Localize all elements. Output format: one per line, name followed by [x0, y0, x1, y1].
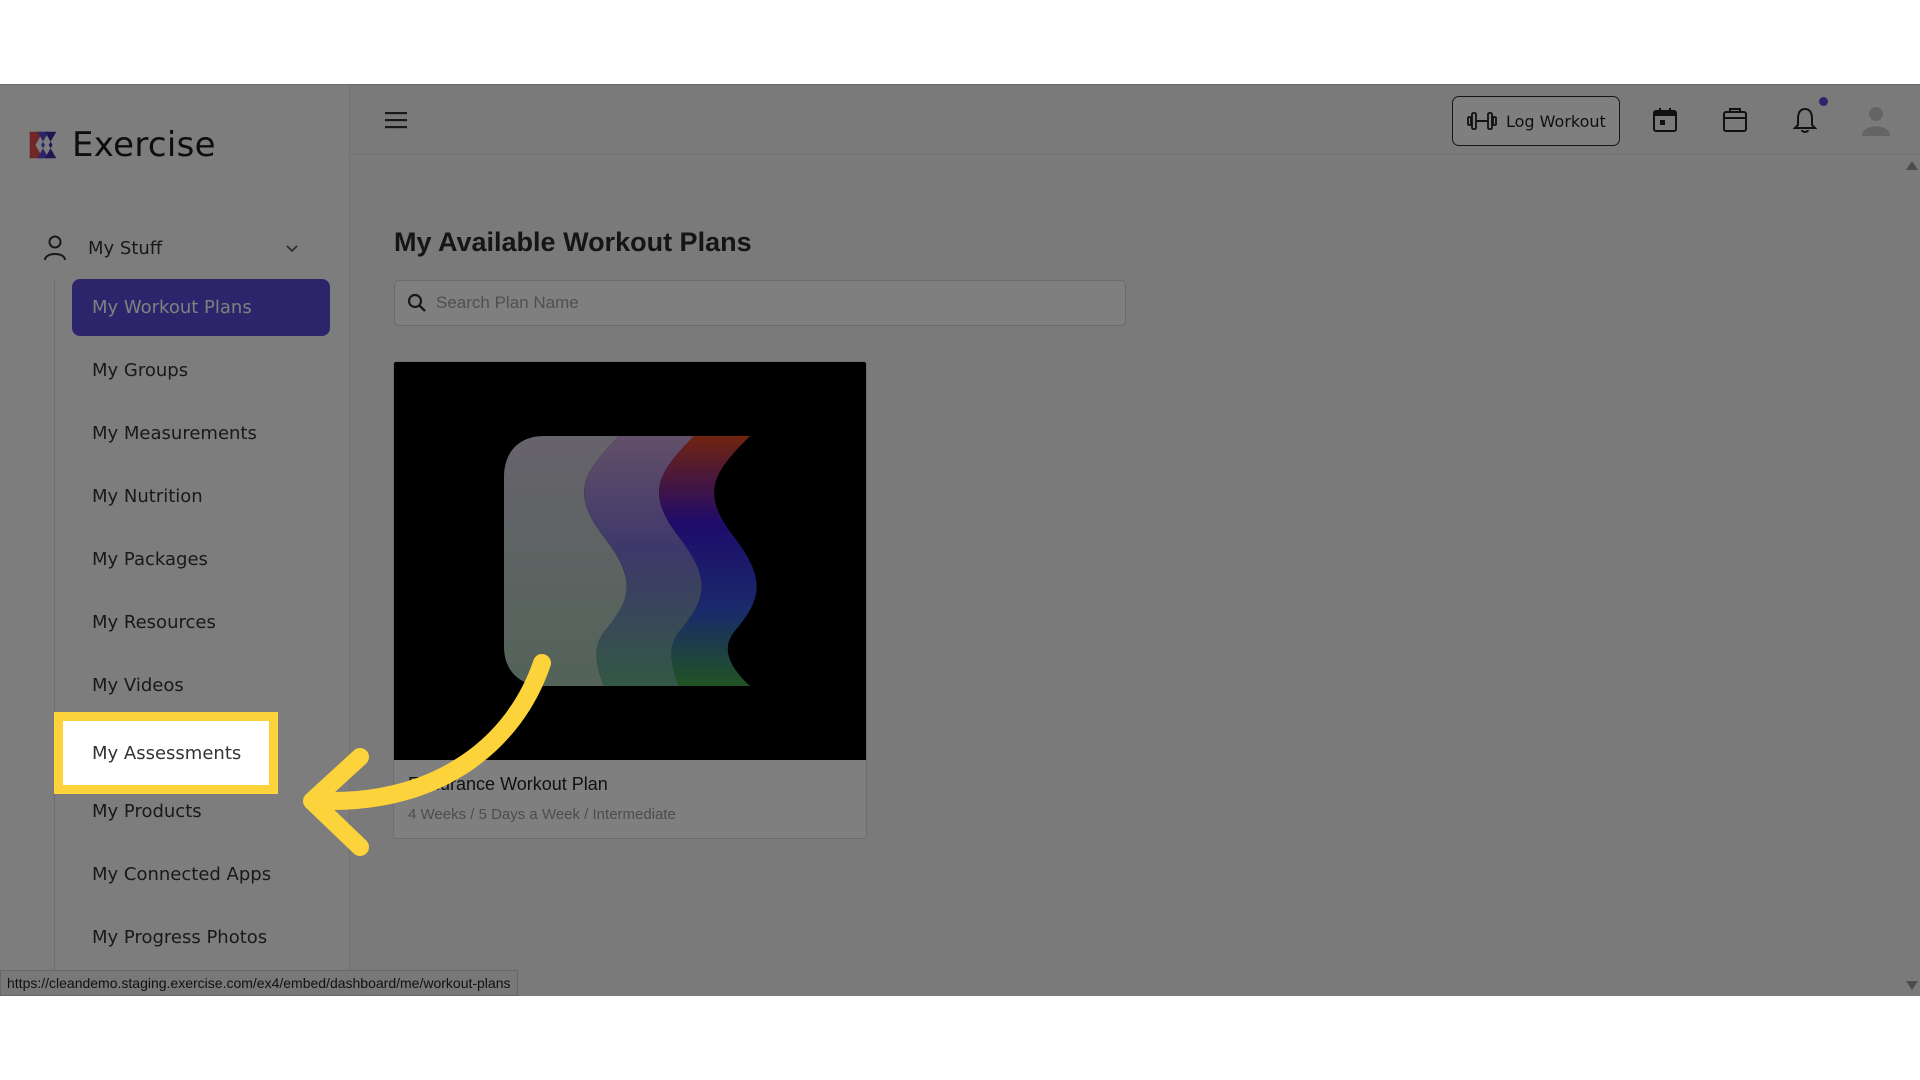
sidebar-section-my-stuff[interactable]: My Stuff — [40, 227, 310, 269]
scroll-up-arrow[interactable] — [1906, 161, 1918, 170]
sidebar-item-my-videos[interactable]: My Videos — [72, 657, 330, 714]
menu-icon[interactable] — [383, 107, 409, 133]
sidebar: Exercise My Stuff My Workout Plans My Gr… — [0, 85, 350, 996]
sidebar-item-my-measurements[interactable]: My Measurements — [72, 405, 330, 462]
search-input[interactable] — [436, 293, 1096, 313]
search-icon — [407, 293, 427, 313]
log-workout-button[interactable]: Log Workout — [1452, 96, 1620, 146]
sidebar-item-my-workout-plans[interactable]: My Workout Plans — [72, 279, 330, 336]
dumbbell-icon — [1467, 110, 1497, 132]
chevron-down-icon[interactable] — [284, 240, 300, 256]
scroll-down-arrow[interactable] — [1906, 981, 1918, 990]
status-bar-url: https://cleandemo.staging.exercise.com/e… — [0, 970, 518, 996]
sidebar-item-my-groups[interactable]: My Groups — [72, 342, 330, 399]
avatar-icon[interactable] — [1859, 103, 1893, 137]
top-bar: Log Workout — [351, 85, 1920, 155]
app-frame: Exercise My Stuff My Workout Plans My Gr… — [0, 84, 1920, 996]
notification-dot — [1819, 97, 1828, 106]
log-workout-label: Log Workout — [1506, 112, 1606, 131]
calendar-icon[interactable] — [1651, 106, 1679, 134]
sidebar-item-my-resources[interactable]: My Resources — [72, 594, 330, 651]
store-icon[interactable] — [1721, 106, 1749, 134]
sidebar-item-my-assessments[interactable]: My Assessments — [54, 712, 278, 794]
nav-rail — [54, 281, 55, 996]
sidebar-nav: My Workout Plans My Groups My Measuremen… — [72, 279, 330, 972]
exercise-logo-icon — [24, 126, 62, 164]
person-icon — [40, 233, 70, 263]
sidebar-item-my-connected-apps[interactable]: My Connected Apps — [72, 846, 330, 903]
sidebar-item-my-nutrition[interactable]: My Nutrition — [72, 468, 330, 525]
brand-name: Exercise — [72, 125, 216, 165]
pointer-arrow-icon — [300, 633, 560, 913]
search-box[interactable] — [394, 280, 1126, 326]
page-title: My Available Workout Plans — [394, 227, 752, 258]
sidebar-section-label: My Stuff — [88, 238, 162, 259]
bell-icon[interactable] — [1791, 106, 1819, 134]
sidebar-item-my-packages[interactable]: My Packages — [72, 531, 330, 588]
sidebar-item-my-progress-photos[interactable]: My Progress Photos — [72, 909, 330, 966]
brand[interactable]: Exercise — [24, 125, 216, 165]
